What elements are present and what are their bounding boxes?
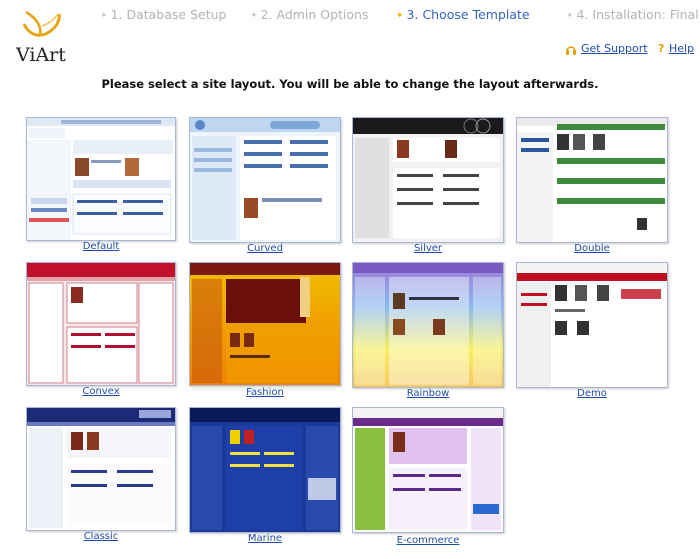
layout-rainbow-label[interactable]: Rainbow (352, 388, 504, 399)
layout-e-commerce-preview (352, 407, 504, 533)
layout-rainbow[interactable]: Rainbow (352, 262, 504, 400)
layout-convex[interactable]: Convex (26, 262, 176, 397)
layout-default[interactable]: Default (26, 117, 176, 252)
layout-classic-preview (26, 407, 176, 531)
layout-marine-preview (189, 407, 341, 533)
layout-e-commerce[interactable]: E-commerce (352, 407, 504, 547)
layout-rainbow-preview (352, 262, 504, 388)
layout-curved-preview (189, 117, 341, 243)
layout-demo-preview (516, 262, 668, 388)
layout-double[interactable]: Double (516, 117, 668, 255)
layout-double-preview (516, 117, 668, 243)
layout-demo[interactable]: Demo (516, 262, 668, 400)
layout-grid: Default Curved Silver Double Convex Fash… (0, 0, 700, 559)
layout-convex-label[interactable]: Convex (26, 386, 176, 397)
layout-default-preview (26, 117, 176, 241)
layout-e-commerce-label[interactable]: E-commerce (352, 535, 504, 546)
layout-classic-label[interactable]: Classic (26, 531, 176, 542)
layout-curved-label[interactable]: Curved (189, 243, 341, 254)
layout-silver[interactable]: Silver (352, 117, 504, 255)
layout-fashion-label[interactable]: Fashion (189, 387, 341, 398)
layout-fashion[interactable]: Fashion (189, 262, 341, 399)
layout-fashion-preview (189, 262, 341, 386)
layout-classic[interactable]: Classic (26, 407, 176, 543)
layout-double-label[interactable]: Double (516, 243, 668, 254)
layout-marine[interactable]: Marine (189, 407, 341, 545)
layout-default-label[interactable]: Default (26, 241, 176, 252)
layout-marine-label[interactable]: Marine (189, 533, 341, 544)
layout-convex-preview (26, 262, 176, 386)
layout-demo-label[interactable]: Demo (516, 388, 668, 399)
layout-silver-preview (352, 117, 504, 243)
layout-silver-label[interactable]: Silver (352, 243, 504, 254)
layout-curved[interactable]: Curved (189, 117, 341, 255)
